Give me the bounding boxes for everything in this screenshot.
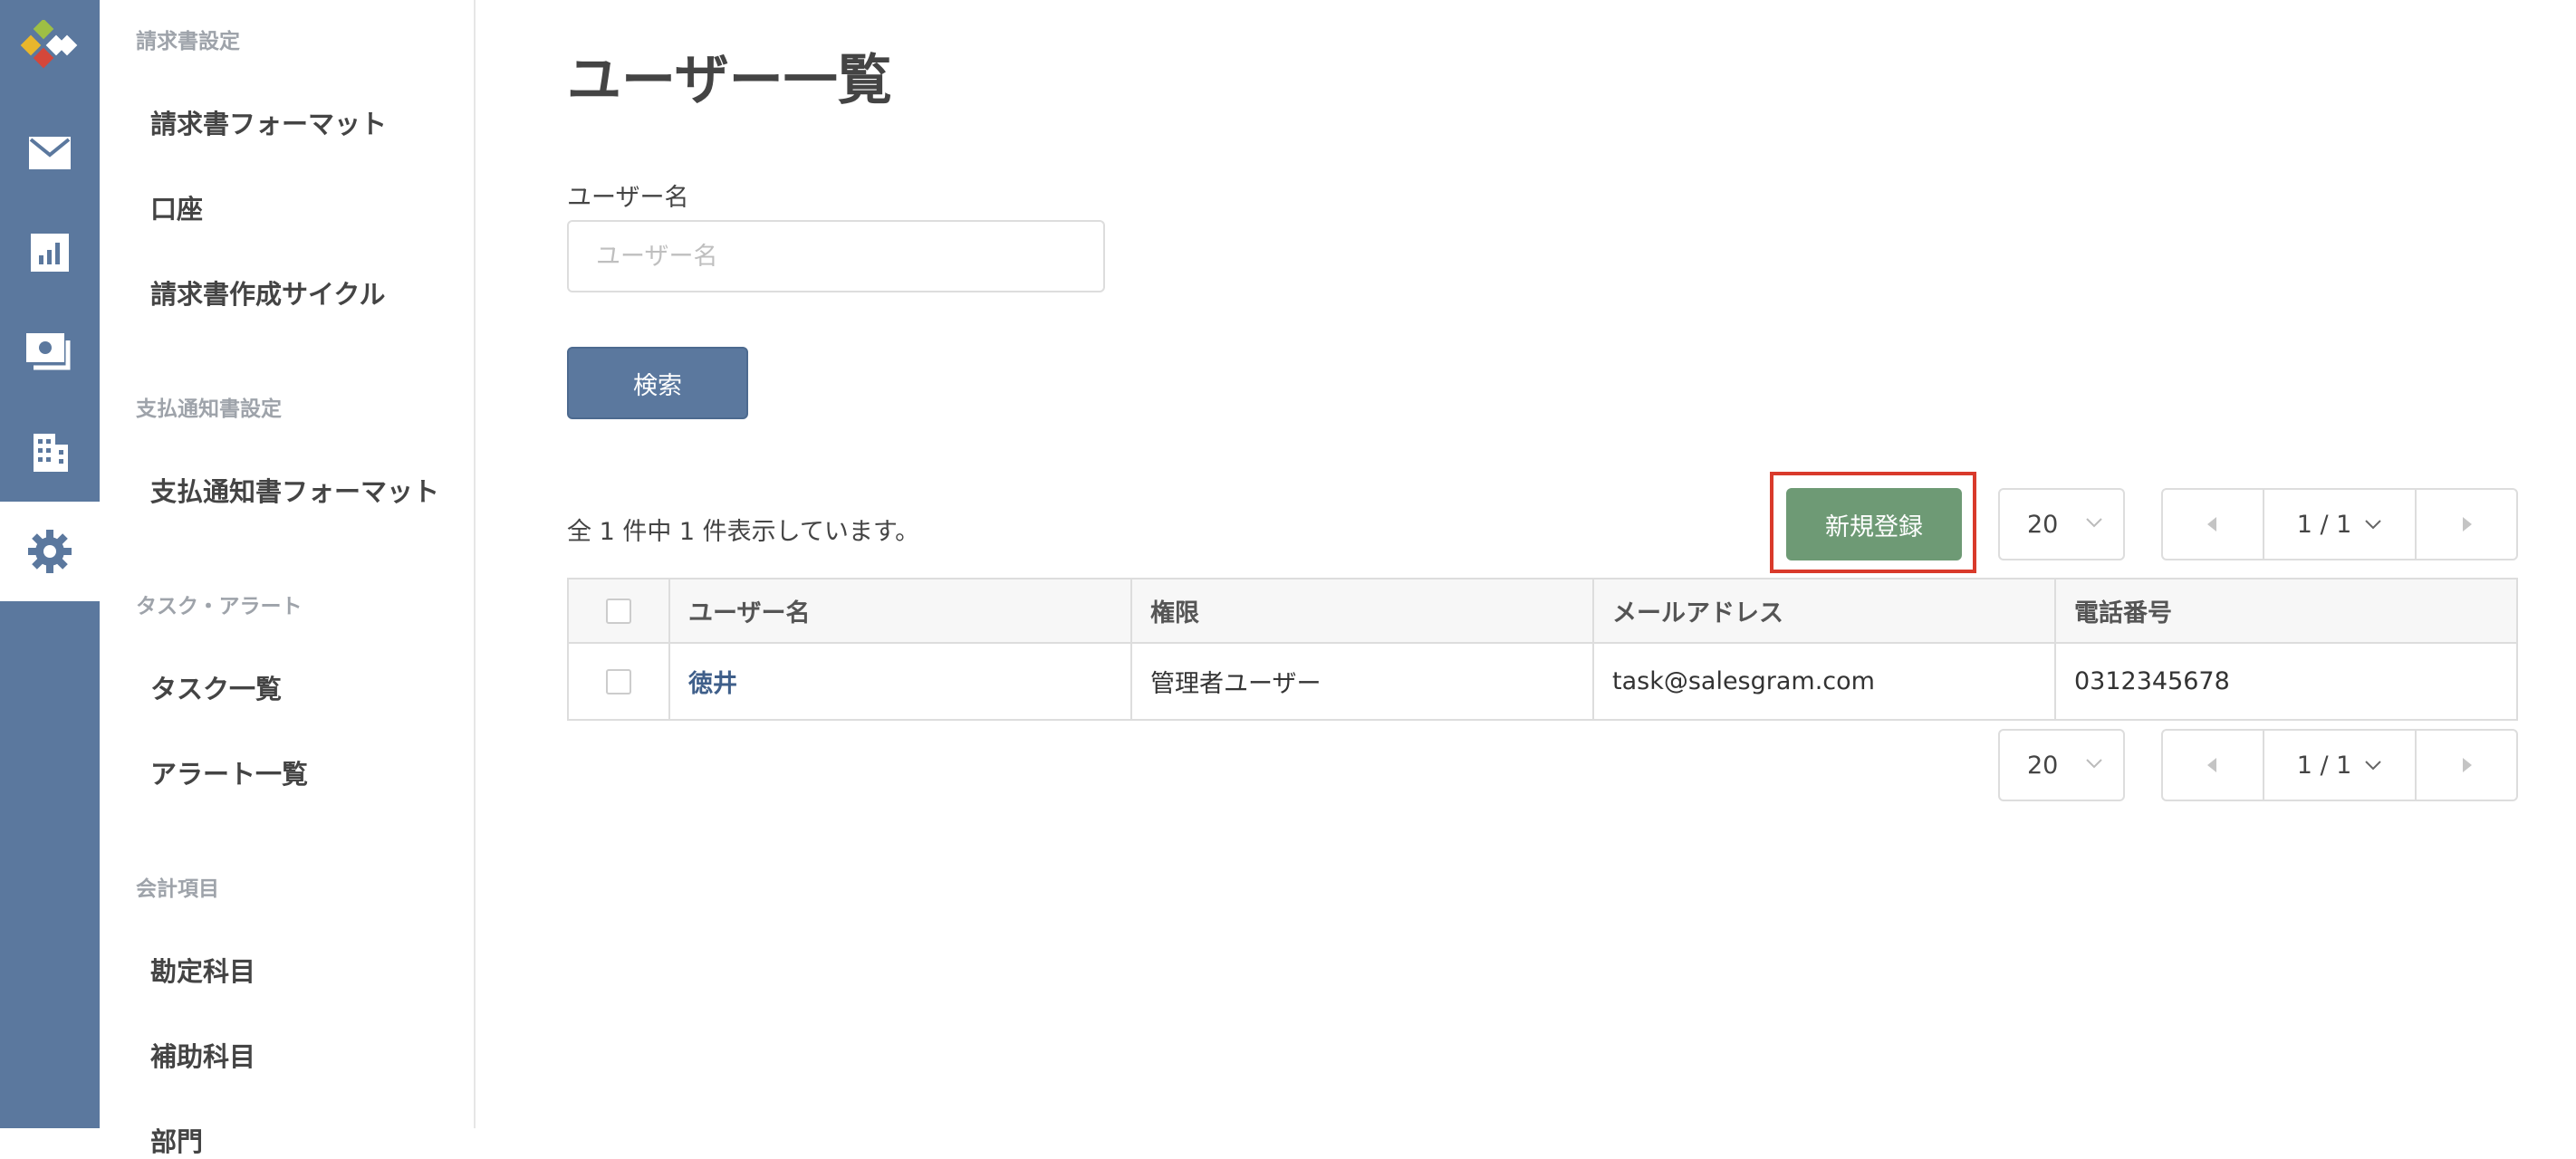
pagination: 1 / 1: [2161, 488, 2518, 560]
user-name-link[interactable]: 徳井: [688, 664, 737, 699]
menu-item-bank-account[interactable]: 口座: [150, 188, 203, 226]
page-select[interactable]: 1 / 1: [2263, 490, 2417, 559]
caret-right-icon: [2463, 758, 2472, 772]
menu-item-invoice-format[interactable]: 請求書フォーマット: [150, 103, 387, 141]
menu-section-title: 請求書設定: [136, 30, 240, 53]
menu-item-account-titles[interactable]: 勘定科目: [150, 951, 255, 989]
menu-item-departments[interactable]: 部門: [150, 1121, 203, 1159]
per-page-select[interactable]: 20: [1998, 729, 2125, 801]
menu-item-sub-accounts[interactable]: 補助科目: [150, 1036, 255, 1074]
settings-menu: 請求書設定 請求書フォーマット 口座 請求書作成サイクル 支払通知書設定 支払通…: [100, 0, 476, 1157]
caret-right-icon: [2463, 517, 2472, 532]
rail-item-companies[interactable]: [0, 402, 100, 502]
result-count: 全 1 件中 1 件表示しています。: [567, 518, 920, 546]
users-table: ユーザー名 権限 メールアドレス 電話番号 徳井 管理者ユーザー task@sa…: [567, 578, 2518, 721]
rail-item-payments[interactable]: [0, 302, 100, 402]
user-role: 管理者ユーザー: [1130, 644, 1592, 719]
page-indicator: 1 / 1: [2296, 751, 2352, 780]
chevron-down-icon: [2365, 761, 2382, 771]
menu-section-title: タスク・アラート: [136, 595, 303, 618]
caret-left-icon: [2207, 517, 2216, 532]
column-header-username[interactable]: ユーザー名: [668, 580, 1130, 642]
table-row: 徳井 管理者ユーザー task@salesgram.com 0312345678: [569, 644, 2516, 719]
table-header-row: ユーザー名 権限 メールアドレス 電話番号: [569, 580, 2516, 644]
new-registration-button[interactable]: 新規登録: [1786, 488, 1962, 560]
search-button[interactable]: 検索: [567, 347, 748, 419]
user-phone: 0312345678: [2054, 644, 2516, 719]
icon-rail: [0, 0, 100, 1128]
logo-icon[interactable]: [20, 18, 80, 74]
menu-section-title: 会計項目: [136, 877, 219, 901]
per-page-select[interactable]: 20: [1998, 488, 2125, 560]
rail-item-analytics[interactable]: [0, 203, 100, 302]
username-input[interactable]: [567, 220, 1105, 292]
next-page-button[interactable]: [2417, 490, 2516, 559]
column-header-email[interactable]: メールアドレス: [1592, 580, 2054, 642]
mail-icon: [29, 137, 71, 169]
payment-icon: [26, 333, 71, 370]
menu-item-alert-list[interactable]: アラート一覧: [150, 753, 308, 791]
next-page-button[interactable]: [2417, 731, 2516, 800]
building-icon: [34, 434, 68, 472]
prev-page-button[interactable]: [2163, 490, 2263, 559]
menu-item-payment-notice-format[interactable]: 支払通知書フォーマット: [150, 471, 439, 509]
user-email: task@salesgram.com: [1592, 644, 2054, 719]
gear-icon: [28, 530, 72, 573]
caret-left-icon: [2207, 758, 2216, 772]
page-title: ユーザー一覧: [567, 49, 892, 112]
select-all-checkbox[interactable]: [606, 598, 631, 624]
rail-item-settings[interactable]: [0, 502, 100, 601]
chevron-down-icon: [2365, 520, 2382, 530]
rail-item-mail[interactable]: [0, 103, 100, 203]
bar-chart-icon: [31, 234, 69, 272]
username-label: ユーザー名: [567, 184, 689, 212]
column-header-role[interactable]: 権限: [1130, 580, 1592, 642]
page-indicator: 1 / 1: [2296, 510, 2352, 539]
per-page-value: 20: [2027, 751, 2059, 780]
pagination: 1 / 1: [2161, 729, 2518, 801]
row-checkbox[interactable]: [606, 668, 631, 694]
main-content: ユーザー一覧 ユーザー名 検索 全 1 件中 1 件表示しています。 新規登録 …: [476, 0, 2576, 1128]
page-select[interactable]: 1 / 1: [2263, 731, 2417, 800]
menu-item-invoice-cycle[interactable]: 請求書作成サイクル: [150, 273, 386, 311]
prev-page-button[interactable]: [2163, 731, 2263, 800]
column-header-phone[interactable]: 電話番号: [2054, 580, 2516, 642]
chevron-down-icon: [2086, 759, 2102, 769]
menu-item-task-list[interactable]: タスク一覧: [150, 668, 282, 706]
per-page-value: 20: [2027, 510, 2059, 539]
chevron-down-icon: [2086, 518, 2102, 528]
menu-section-title: 支払通知書設定: [136, 398, 282, 421]
